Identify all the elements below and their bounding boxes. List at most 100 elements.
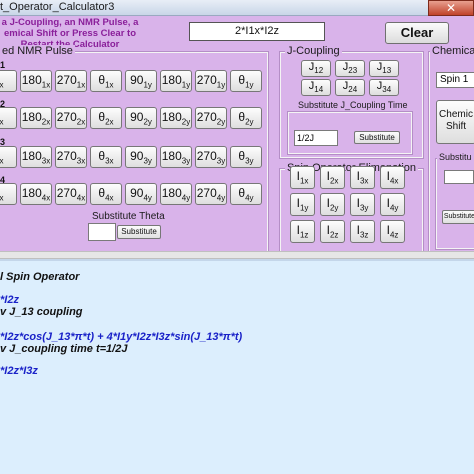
pulse-button-label: 90 bbox=[130, 186, 144, 200]
pulse-button[interactable]: x bbox=[0, 146, 17, 168]
pulse-button[interactable]: 1801x bbox=[20, 70, 52, 92]
theta-input[interactable] bbox=[88, 223, 116, 241]
pulse-button[interactable]: 901y bbox=[125, 70, 157, 92]
spin-elimination-button[interactable]: I1z bbox=[290, 220, 315, 243]
pulse-button[interactable]: 1803y bbox=[160, 146, 192, 168]
pulse-button[interactable]: 1802y bbox=[160, 107, 192, 129]
j-coupling-button-subscript: 12 bbox=[314, 66, 324, 76]
spin-elimination-button-subscript: 2z bbox=[329, 230, 339, 240]
pulse-button[interactable]: θ2x bbox=[90, 107, 122, 129]
pulse-button[interactable]: 1804x bbox=[20, 183, 52, 205]
pulse-button[interactable]: x bbox=[0, 70, 17, 92]
pulse-button-subscript: 4x bbox=[105, 193, 114, 203]
pulse-button[interactable]: 2702y bbox=[195, 107, 227, 129]
pulse-button-subscript: x bbox=[0, 80, 4, 89]
pulse-button-label: 180 bbox=[161, 186, 182, 200]
pulse-button[interactable]: θ4y bbox=[230, 183, 262, 205]
pulse-button-subscript: 2x bbox=[76, 117, 86, 127]
pulse-button[interactable]: 1804y bbox=[160, 183, 192, 205]
spin-elimination-button[interactable]: I1y bbox=[290, 193, 315, 216]
chemical-substitute-label: Substitu bbox=[437, 152, 474, 162]
pulse-button-subscript: 1x bbox=[105, 80, 114, 90]
j-coupling-button-subscript: 23 bbox=[348, 66, 358, 76]
pulse-button-label: 270 bbox=[56, 186, 77, 200]
chemical-shift-button[interactable]: Chemic Shift bbox=[436, 100, 474, 144]
j-coupling-button[interactable]: J24 bbox=[335, 79, 365, 96]
pulse-button[interactable]: 1802x bbox=[20, 107, 52, 129]
spin-elimination-button[interactable]: I2z bbox=[320, 220, 345, 243]
spin-elimination-button[interactable]: I4x bbox=[380, 166, 405, 189]
spin-elimination-button[interactable]: I3z bbox=[350, 220, 375, 243]
pulse-button[interactable]: θ4x bbox=[90, 183, 122, 205]
pulse-button[interactable]: 1801y bbox=[160, 70, 192, 92]
spin-elimination-button[interactable]: I3x bbox=[350, 166, 375, 189]
output-panel: l Spin Operator *I2z v J_13 coupling *I2… bbox=[0, 259, 474, 474]
pulse-button[interactable]: θ3y bbox=[230, 146, 262, 168]
pulse-button-subscript: 2y bbox=[143, 117, 152, 127]
j-coupling-button[interactable]: J34 bbox=[369, 79, 399, 96]
spin-elimination-button-subscript: 3y bbox=[359, 203, 369, 213]
spin-elimination-button[interactable]: I4z bbox=[380, 220, 405, 243]
substitute-theta-button[interactable]: Substitute bbox=[117, 225, 161, 239]
spin-elimination-button[interactable]: I2x bbox=[320, 166, 345, 189]
spin-elimination-button-subscript: 1z bbox=[299, 230, 309, 240]
nmr-pulse-title: ed NMR Pulse bbox=[0, 45, 75, 57]
pulse-button[interactable]: 1803x bbox=[20, 146, 52, 168]
pulse-button-subscript: 2y bbox=[245, 117, 254, 127]
pulse-button[interactable]: θ1x bbox=[90, 70, 122, 92]
pulse-button[interactable]: x bbox=[0, 107, 17, 129]
pulse-button-subscript: 1x bbox=[41, 80, 51, 90]
j-coupling-button[interactable]: J14 bbox=[301, 79, 331, 96]
j-coupling-button[interactable]: J12 bbox=[301, 60, 331, 77]
pulse-button[interactable]: 904y bbox=[125, 183, 157, 205]
substitute-j-time-button[interactable]: Substitute bbox=[354, 131, 400, 144]
pulse-button-subscript: 2y bbox=[216, 117, 226, 127]
pulse-button[interactable]: 903y bbox=[125, 146, 157, 168]
pulse-button-subscript: 2x bbox=[105, 117, 114, 127]
pulse-button-subscript: 3y bbox=[181, 156, 191, 166]
pulse-button[interactable]: θ1y bbox=[230, 70, 262, 92]
pulse-button-label: 270 bbox=[196, 149, 217, 163]
pulse-button[interactable]: 2701y bbox=[195, 70, 227, 92]
spin-elimination-button[interactable]: I2y bbox=[320, 193, 345, 216]
pulse-button-subscript: 1y bbox=[216, 80, 226, 90]
j-coupling-button[interactable]: J23 bbox=[335, 60, 365, 77]
pulse-button-label: 90 bbox=[130, 73, 144, 87]
pulse-button[interactable]: 2701x bbox=[55, 70, 87, 92]
close-button[interactable]: ✕ bbox=[428, 0, 474, 16]
clear-button[interactable]: Clear bbox=[385, 22, 449, 44]
j-time-label: Substitute J_Coupling Time bbox=[296, 100, 410, 110]
pulse-button-label: 180 bbox=[21, 149, 42, 163]
spin-select[interactable]: Spin 1 bbox=[436, 72, 474, 88]
pulse-button-label: 270 bbox=[56, 73, 77, 87]
j-coupling-button-subscript: 14 bbox=[314, 85, 324, 95]
spin-elimination-button[interactable]: I3y bbox=[350, 193, 375, 216]
pulse-button[interactable]: 2702x bbox=[55, 107, 87, 129]
pulse-button[interactable]: 902y bbox=[125, 107, 157, 129]
pulse-button[interactable]: 2704x bbox=[55, 183, 87, 205]
pulse-button[interactable]: x bbox=[0, 183, 17, 205]
pulse-button-label: 180 bbox=[21, 73, 42, 87]
pulse-button[interactable]: 2703y bbox=[195, 146, 227, 168]
pulse-button-subscript: 1y bbox=[181, 80, 191, 90]
pulse-button-subscript: x bbox=[0, 156, 4, 165]
j-coupling-button[interactable]: J13 bbox=[369, 60, 399, 77]
pulse-button-subscript: 3x bbox=[76, 156, 86, 166]
j-time-input[interactable]: 1/2J bbox=[294, 130, 338, 146]
pulse-button-subscript: 4y bbox=[181, 193, 191, 203]
pulse-button[interactable]: θ3x bbox=[90, 146, 122, 168]
pulse-button-subscript: 3y bbox=[216, 156, 226, 166]
pulse-button[interactable]: 2704y bbox=[195, 183, 227, 205]
j-coupling-button-subscript: 13 bbox=[382, 66, 392, 76]
chemical-substitute-input[interactable] bbox=[444, 170, 474, 184]
chemical-substitute-button[interactable]: Substitute bbox=[442, 210, 474, 224]
calculator-form: a J-Coupling, an NMR Pulse, a emical Shi… bbox=[0, 16, 474, 260]
spin-elimination-button[interactable]: I1x bbox=[290, 166, 315, 189]
j-coupling-button-subscript: 24 bbox=[348, 85, 358, 95]
window-title: t_Operator_Calculator3 bbox=[0, 1, 115, 13]
spin-select-value: Spin 1 bbox=[440, 74, 469, 85]
spin-elimination-button[interactable]: I4y bbox=[380, 193, 405, 216]
pulse-button[interactable]: θ2y bbox=[230, 107, 262, 129]
j-coupling-title: J-Coupling bbox=[285, 45, 342, 57]
pulse-button[interactable]: 2703x bbox=[55, 146, 87, 168]
